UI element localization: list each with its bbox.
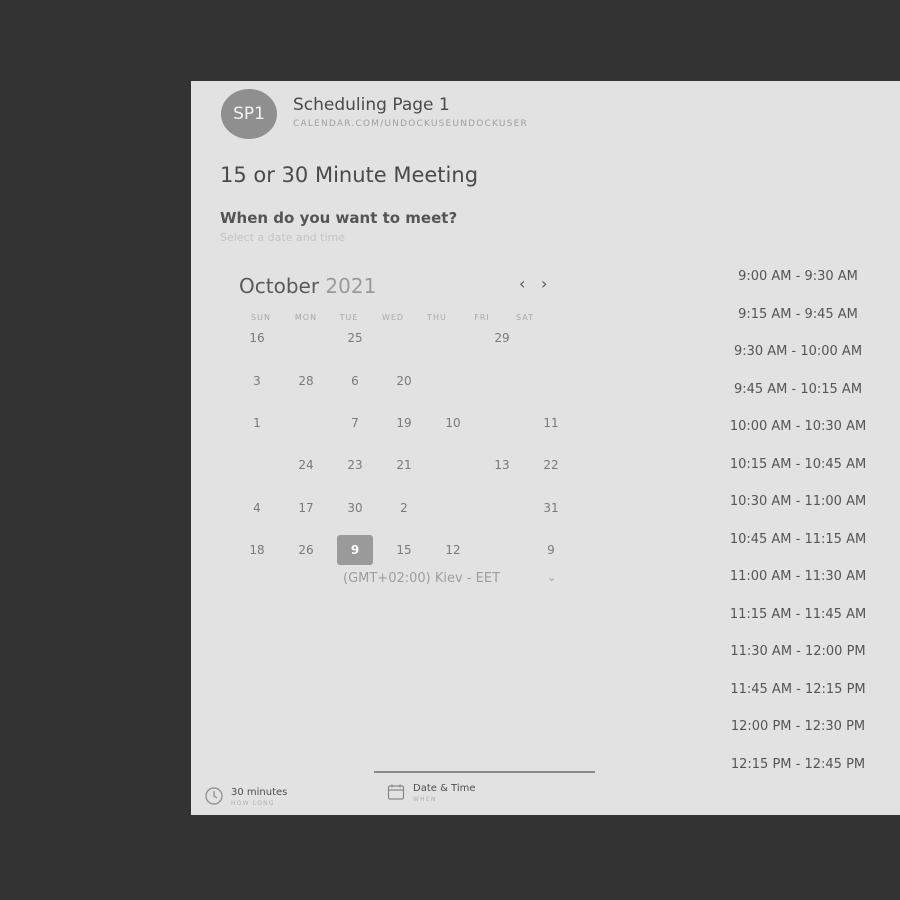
time-slot[interactable]: 11:15 AM - 11:45 AM [723, 596, 873, 634]
calendar-day[interactable]: 9 [533, 535, 569, 565]
time-slot[interactable]: 9:30 AM - 10:00 AM [723, 333, 873, 371]
scheduling-panel: SP1 Scheduling Page 1 CALENDAR.COM/UNDOC… [191, 81, 900, 815]
clock-icon [205, 787, 223, 805]
time-slot[interactable]: 10:00 AM - 10:30 AM [723, 408, 873, 446]
meet-question: When do you want to meet? [220, 209, 458, 227]
calendar-day[interactable]: 6 [337, 366, 373, 396]
calendar-day[interactable]: 26 [288, 535, 324, 565]
calendar-day[interactable]: 7 [337, 408, 373, 438]
next-month-icon[interactable]: › [541, 274, 547, 293]
timezone-select[interactable]: (GMT+02:00) Kiev - EET [343, 571, 500, 586]
calendar-icon [387, 784, 405, 800]
prev-month-icon[interactable]: ‹ [519, 274, 525, 293]
calendar-day[interactable]: 30 [337, 493, 373, 523]
calendar-day[interactable]: 25 [337, 323, 373, 353]
calendar-day[interactable]: 16 [239, 323, 275, 353]
time-slot[interactable]: 11:30 AM - 12:00 PM [723, 633, 873, 671]
duration-sub: HOW LONG [231, 800, 275, 807]
calendar-day[interactable]: 29 [484, 323, 520, 353]
weekday-label: SUN [251, 313, 271, 322]
weekday-label: FRI [474, 313, 490, 322]
time-slot[interactable]: 9:00 AM - 9:30 AM [723, 258, 873, 296]
calendar-day-selected[interactable]: 9 [337, 535, 373, 565]
chevron-down-icon[interactable]: ⌄ [547, 571, 556, 584]
calendar-day[interactable]: 1 [239, 408, 275, 438]
when-label: Date & Time [413, 783, 476, 794]
month-year: 2021 [325, 274, 377, 298]
time-slot[interactable]: 12:00 PM - 12:30 PM [723, 708, 873, 746]
time-slot[interactable]: 11:45 AM - 12:15 PM [723, 671, 873, 709]
meet-hint: Select a date and time [220, 231, 346, 244]
calendar-day[interactable]: 3 [239, 366, 275, 396]
calendar-day[interactable]: 23 [337, 450, 373, 480]
time-slot-list: 9:00 AM - 9:30 AM 9:15 AM - 9:45 AM 9:30 A… [723, 258, 873, 783]
active-step-indicator [374, 771, 595, 773]
calendar-day[interactable]: 17 [288, 493, 324, 523]
when-sub: WHEN [413, 796, 437, 803]
calendar-day[interactable]: 20 [386, 366, 422, 396]
calendar-day[interactable]: 13 [484, 450, 520, 480]
duration-label: 30 minutes [231, 787, 288, 798]
calendar-day[interactable]: 11 [533, 408, 569, 438]
step-bar: 30 minutes HOW LONG Date & Time WHEN [191, 767, 900, 815]
calendar-day[interactable]: 28 [288, 366, 324, 396]
calendar-day[interactable]: 15 [386, 535, 422, 565]
time-slot[interactable]: 10:30 AM - 11:00 AM [723, 483, 873, 521]
weekday-label: SAT [516, 313, 534, 322]
weekday-label: MON [294, 313, 318, 322]
step-duration[interactable]: 30 minutes HOW LONG [205, 787, 287, 807]
calendar-day[interactable]: 21 [386, 450, 422, 480]
calendar-day[interactable]: 19 [386, 408, 422, 438]
calendar-month: October 2021 [239, 274, 376, 298]
calendar-day[interactable]: 2 [386, 493, 422, 523]
meeting-title: 15 or 30 Minute Meeting [220, 163, 479, 187]
time-slot[interactable]: 10:15 AM - 10:45 AM [723, 446, 873, 484]
calendar-day[interactable]: 31 [533, 493, 569, 523]
step-date-time[interactable]: Date & Time WHEN [387, 783, 476, 803]
calendar-day[interactable]: 18 [239, 535, 275, 565]
month-name: October [239, 274, 320, 298]
time-slot[interactable]: 9:15 AM - 9:45 AM [723, 296, 873, 334]
calendar-day[interactable]: 24 [288, 450, 324, 480]
calendar-day[interactable]: 10 [435, 408, 471, 438]
page-title: Scheduling Page 1 [293, 95, 450, 115]
time-slot[interactable]: 11:00 AM - 11:30 AM [723, 558, 873, 596]
weekday-label: WED [381, 313, 405, 322]
calendar-day[interactable]: 22 [533, 450, 569, 480]
weekday-label: TUE [339, 313, 359, 322]
weekday-label: THU [427, 313, 447, 322]
time-slot[interactable]: 10:45 AM - 11:15 AM [723, 521, 873, 559]
page-url[interactable]: CALENDAR.COM/UNDOCKUSEUNDOCKUSER [293, 119, 528, 129]
calendar-day[interactable]: 4 [239, 493, 275, 523]
avatar: SP1 [221, 89, 277, 139]
time-slot[interactable]: 9:45 AM - 10:15 AM [723, 371, 873, 409]
calendar-day[interactable]: 12 [435, 535, 471, 565]
